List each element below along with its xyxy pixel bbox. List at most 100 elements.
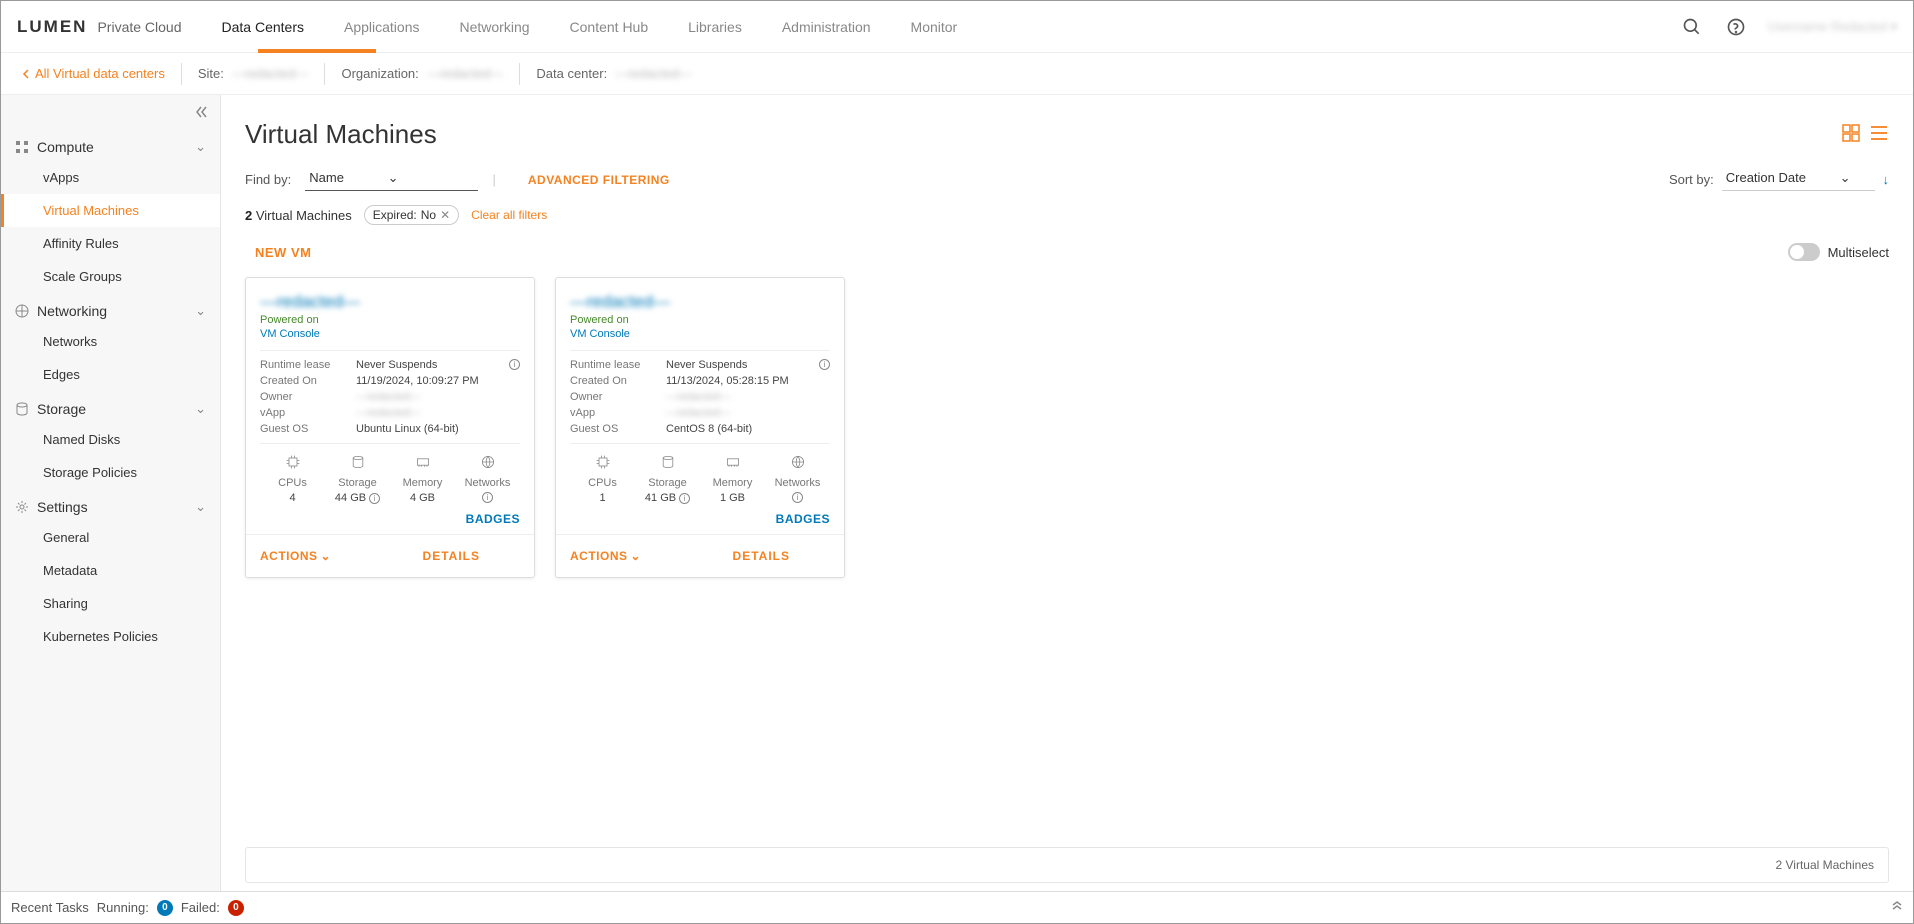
status-bar: Recent Tasks Running: 0 Failed: 0 (1, 891, 1913, 923)
chevron-down-icon: ⌄ (631, 549, 642, 563)
stat-cpus: CPUs 4 (260, 454, 325, 504)
details-button[interactable]: DETAILS (733, 549, 790, 563)
vm-status: Powered on (570, 314, 830, 326)
network-icon (455, 454, 520, 473)
advanced-filtering-link[interactable]: ADVANCED FILTERING (528, 173, 670, 187)
sidebar-collapse-button[interactable] (1, 95, 220, 129)
top-navbar: LUMEN Private Cloud Data Centers Applica… (1, 1, 1913, 53)
user-menu[interactable]: Username Redacted ▾ (1768, 19, 1897, 35)
network-icon (765, 454, 830, 473)
search-icon[interactable] (1680, 15, 1704, 39)
clear-all-filters-link[interactable]: Clear all filters (471, 208, 547, 222)
gear-icon (15, 500, 29, 514)
sidebar-item-scale-groups[interactable]: Scale Groups (1, 260, 220, 293)
grid-view-icon[interactable] (1841, 123, 1861, 146)
sidebar-group-compute[interactable]: Compute ⌄ (1, 129, 220, 161)
active-tab-underline (258, 49, 376, 53)
chevron-down-icon: ⌄ (388, 170, 399, 185)
new-vm-button[interactable]: NEW VM (245, 245, 311, 260)
failed-label: Failed: (181, 900, 220, 915)
chevron-down-icon: ⌄ (195, 303, 206, 319)
sidebar-item-metadata[interactable]: Metadata (1, 554, 220, 587)
tab-data-centers[interactable]: Data Centers (222, 3, 304, 51)
badges-link[interactable]: BADGES (260, 512, 520, 526)
sidebar-item-kubernetes-policies[interactable]: Kubernetes Policies (1, 620, 220, 653)
sidebar-group-networking[interactable]: Networking ⌄ (1, 293, 220, 325)
tab-networking[interactable]: Networking (459, 3, 529, 51)
list-view-icon[interactable] (1869, 123, 1889, 146)
cpu-icon (570, 454, 635, 473)
sidebar-item-sharing[interactable]: Sharing (1, 587, 220, 620)
sidebar-group-storage[interactable]: Storage ⌄ (1, 391, 220, 423)
sidebar-item-virtual-machines[interactable]: Virtual Machines (1, 194, 220, 227)
find-by-select[interactable]: Name ⌄ (305, 168, 478, 191)
site-value: —redacted— (232, 66, 309, 81)
networking-icon (15, 304, 29, 318)
tab-applications[interactable]: Applications (344, 3, 420, 51)
sidebar-group-settings[interactable]: Settings ⌄ (1, 489, 220, 521)
vm-count-label: Virtual Machines (256, 208, 352, 223)
sidebar-item-vapps[interactable]: vApps (1, 161, 220, 194)
find-by-label: Find by: (245, 172, 291, 187)
info-icon[interactable]: i (509, 359, 520, 370)
vm-console-link[interactable]: VM Console (260, 328, 520, 340)
vm-console-link[interactable]: VM Console (570, 328, 830, 340)
expand-tasks-icon[interactable] (1891, 900, 1903, 915)
filter-pill-expired[interactable]: Expired: No ✕ (364, 205, 459, 225)
info-icon[interactable]: i (679, 493, 690, 504)
sidebar-item-storage-policies[interactable]: Storage Policies (1, 456, 220, 489)
dc-value: —redacted— (615, 66, 692, 81)
memory-icon (700, 454, 765, 473)
vm-name[interactable]: —redacted— (570, 292, 830, 312)
vm-name[interactable]: —redacted— (260, 292, 520, 312)
compute-icon (15, 140, 29, 154)
org-value: —redacted— (427, 66, 504, 81)
sidebar-item-named-disks[interactable]: Named Disks (1, 423, 220, 456)
sidebar-item-networks[interactable]: Networks (1, 325, 220, 358)
sort-direction-icon[interactable]: ↓ (1883, 172, 1890, 187)
actions-button[interactable]: ACTIONS⌄ (570, 549, 641, 563)
dc-label: Data center: (536, 66, 607, 81)
brand-subtitle: Private Cloud (97, 19, 181, 35)
results-footer: 2 Virtual Machines (245, 847, 1889, 883)
stat-storage: Storage 41 GBi (635, 454, 700, 504)
vm-cards-container: —redacted— Powered on VM Console Runtime… (245, 277, 1889, 578)
tab-monitor[interactable]: Monitor (911, 3, 958, 51)
vm-status: Powered on (260, 314, 520, 326)
info-icon[interactable]: i (819, 359, 830, 370)
tab-libraries[interactable]: Libraries (688, 3, 742, 51)
close-icon[interactable]: ✕ (440, 208, 450, 222)
failed-count-badge: 0 (228, 900, 244, 916)
tab-content-hub[interactable]: Content Hub (570, 3, 649, 51)
main-content: Virtual Machines Find by: Name ⌄ | (221, 95, 1913, 891)
recent-tasks-label[interactable]: Recent Tasks (11, 900, 89, 915)
sidebar-item-affinity-rules[interactable]: Affinity Rules (1, 227, 220, 260)
chevron-down-icon: ⌄ (321, 549, 332, 563)
brand-logo: LUMEN (17, 17, 87, 37)
sidebar-item-general[interactable]: General (1, 521, 220, 554)
sidebar-item-edges[interactable]: Edges (1, 358, 220, 391)
sort-by-select[interactable]: Creation Date ⌄ (1722, 168, 1875, 191)
running-count-badge: 0 (157, 900, 173, 916)
info-icon[interactable]: i (482, 492, 493, 503)
org-label: Organization: (341, 66, 418, 81)
stat-networks: Networks i (765, 454, 830, 504)
multiselect-toggle[interactable] (1788, 243, 1820, 261)
page-title: Virtual Machines (245, 119, 1841, 150)
multiselect-label: Multiselect (1828, 245, 1889, 260)
stat-networks: Networks i (455, 454, 520, 504)
vm-count-number: 2 (245, 208, 252, 223)
all-vdc-link[interactable]: All Virtual data centers (21, 66, 165, 81)
stat-memory: Memory 1 GB (700, 454, 765, 504)
details-button[interactable]: DETAILS (423, 549, 480, 563)
actions-button[interactable]: ACTIONS⌄ (260, 549, 331, 563)
chevron-left-icon (21, 69, 31, 79)
info-icon[interactable]: i (792, 492, 803, 503)
sort-by-label: Sort by: (1669, 172, 1714, 187)
info-icon[interactable]: i (369, 493, 380, 504)
help-icon[interactable] (1724, 15, 1748, 39)
tab-administration[interactable]: Administration (782, 3, 871, 51)
memory-icon (390, 454, 455, 473)
badges-link[interactable]: BADGES (570, 512, 830, 526)
cpu-icon (260, 454, 325, 473)
